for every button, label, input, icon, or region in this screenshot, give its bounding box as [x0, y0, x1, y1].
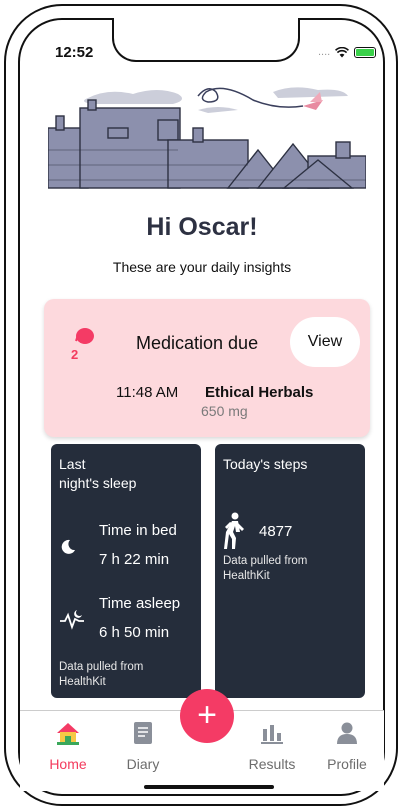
sleep-note-line1: Data pulled from [59, 661, 144, 673]
time-in-bed-value: 7 h 22 min [99, 551, 170, 568]
sleep-note-line2: HealthKit [59, 676, 106, 688]
tab-diary[interactable]: Diary [108, 721, 178, 772]
medication-count-badge: 2 [71, 347, 79, 362]
tab-results-label: Results [248, 756, 296, 772]
moon-icon [61, 539, 75, 554]
steps-source-note: Data pulled from HealthKit [223, 554, 307, 584]
results-icon [261, 725, 283, 744]
steps-card-title: Today's steps [223, 456, 308, 472]
greeting-title: Hi Oscar! [146, 213, 258, 241]
add-entry-button[interactable]: + [180, 689, 234, 743]
status-icons: .... [318, 46, 377, 58]
view-medication-button[interactable]: View [290, 317, 360, 367]
sleep-title-line1: Last [59, 456, 86, 472]
medication-dose: 650 mg [201, 403, 248, 419]
medication-name: Ethical Herbals [205, 384, 314, 401]
tab-home-label: Home [49, 756, 87, 772]
diary-icon [134, 722, 152, 744]
tab-results[interactable]: Results [237, 721, 307, 772]
home-indicator [144, 785, 274, 789]
medication-time: 11:48 AM [116, 384, 179, 401]
medication-title: Medication due [136, 333, 259, 353]
tab-diary-label: Diary [126, 756, 160, 772]
phone-notch [112, 18, 300, 62]
medication-card[interactable]: 2 Medication due View 11:48 AM Ethical H… [44, 299, 370, 437]
walking-icon [224, 512, 244, 549]
sleep-card-title: Last night's sleep [59, 455, 136, 493]
time-in-bed-label: Time in bed [99, 522, 177, 539]
greeting-subtitle: These are your daily insights [112, 259, 292, 275]
tab-profile[interactable]: Profile [312, 721, 382, 772]
status-time: 12:52 [55, 44, 94, 61]
tab-home[interactable]: Home [33, 721, 103, 772]
tab-profile-label: Profile [327, 756, 367, 772]
sleep-heartbeat-icon [60, 610, 84, 630]
time-asleep-label: Time asleep [99, 595, 181, 612]
profile-icon [337, 722, 357, 744]
steps-count: 4877 [259, 523, 293, 540]
steps-card[interactable]: Today's steps 4877 Data pulled from Heal… [215, 444, 365, 698]
sleep-title-line2: night's sleep [59, 475, 137, 491]
steps-note-line1: Data pulled from [223, 555, 308, 567]
time-asleep-value: 6 h 50 min [99, 624, 170, 641]
sleep-source-note: Data pulled from HealthKit [59, 660, 143, 690]
rooftops-and-bird-illustration [48, 87, 366, 189]
steps-note-line2: HealthKit [223, 570, 270, 582]
signal-indicator: .... [318, 46, 331, 58]
home-icon [57, 723, 79, 745]
battery-charging-icon [354, 46, 377, 58]
sleep-card[interactable]: Last night's sleep Time in bed 7 h 22 mi… [51, 444, 201, 698]
wifi-icon [335, 46, 350, 58]
